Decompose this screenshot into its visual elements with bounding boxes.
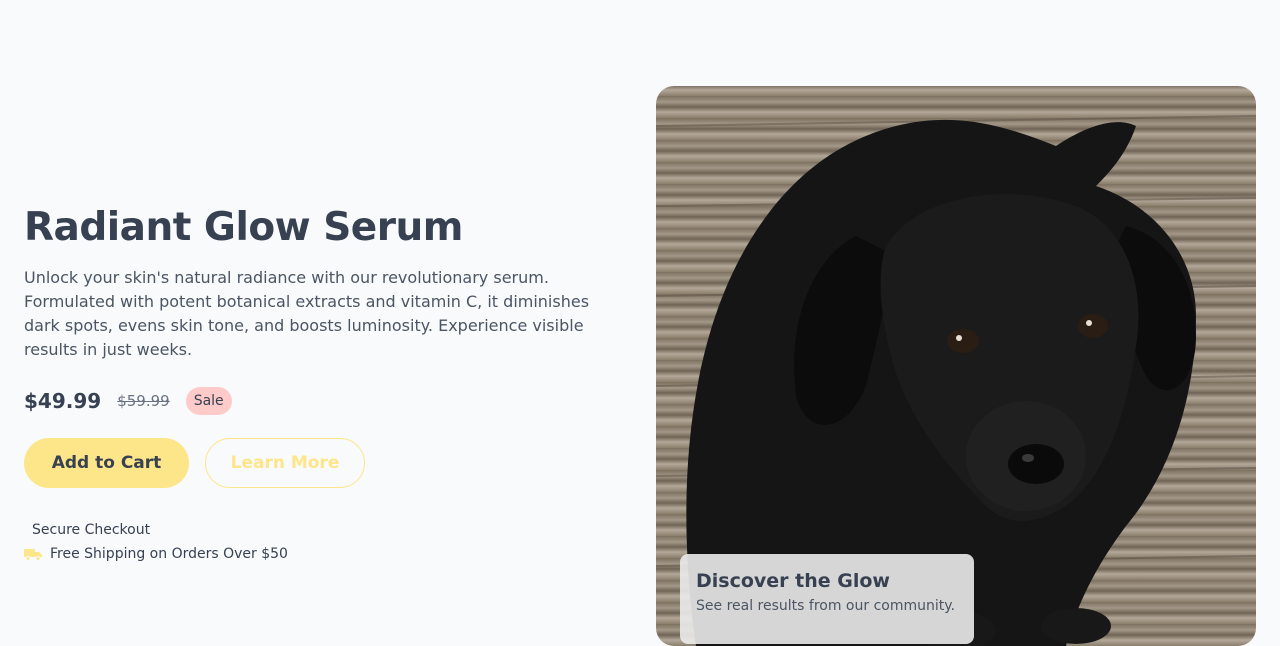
caption-title: Discover the Glow (696, 570, 890, 592)
learn-more-button[interactable]: Learn More (205, 438, 365, 488)
price-row: $49.99 $59.99 Sale (24, 386, 624, 416)
original-price: $59.99 (117, 392, 170, 410)
free-shipping-feature: Free Shipping on Orders Over $50 (24, 542, 624, 566)
sale-badge: Sale (185, 387, 232, 415)
hero-image: Discover the Glow See real results from … (656, 86, 1256, 646)
product-title: Radiant Glow Serum (24, 205, 463, 250)
add-to-cart-button[interactable]: Add to Cart (24, 438, 189, 488)
current-price: $49.99 (24, 389, 102, 413)
caption-text: See real results from our community. (696, 598, 955, 614)
feature-list: Secure Checkout Free Shipping on Orders … (24, 518, 624, 566)
free-shipping-label: Free Shipping on Orders Over $50 (50, 546, 288, 562)
truck-icon (24, 547, 42, 561)
product-details: Radiant Glow Serum Unlock your skin's na… (24, 200, 624, 566)
secure-checkout-feature: Secure Checkout (24, 518, 624, 542)
hero-caption: Discover the Glow See real results from … (680, 554, 974, 644)
action-buttons: Add to Cart Learn More (24, 438, 624, 488)
secure-checkout-label: Secure Checkout (32, 522, 151, 538)
product-description: Unlock your skin's natural radiance with… (24, 268, 590, 359)
